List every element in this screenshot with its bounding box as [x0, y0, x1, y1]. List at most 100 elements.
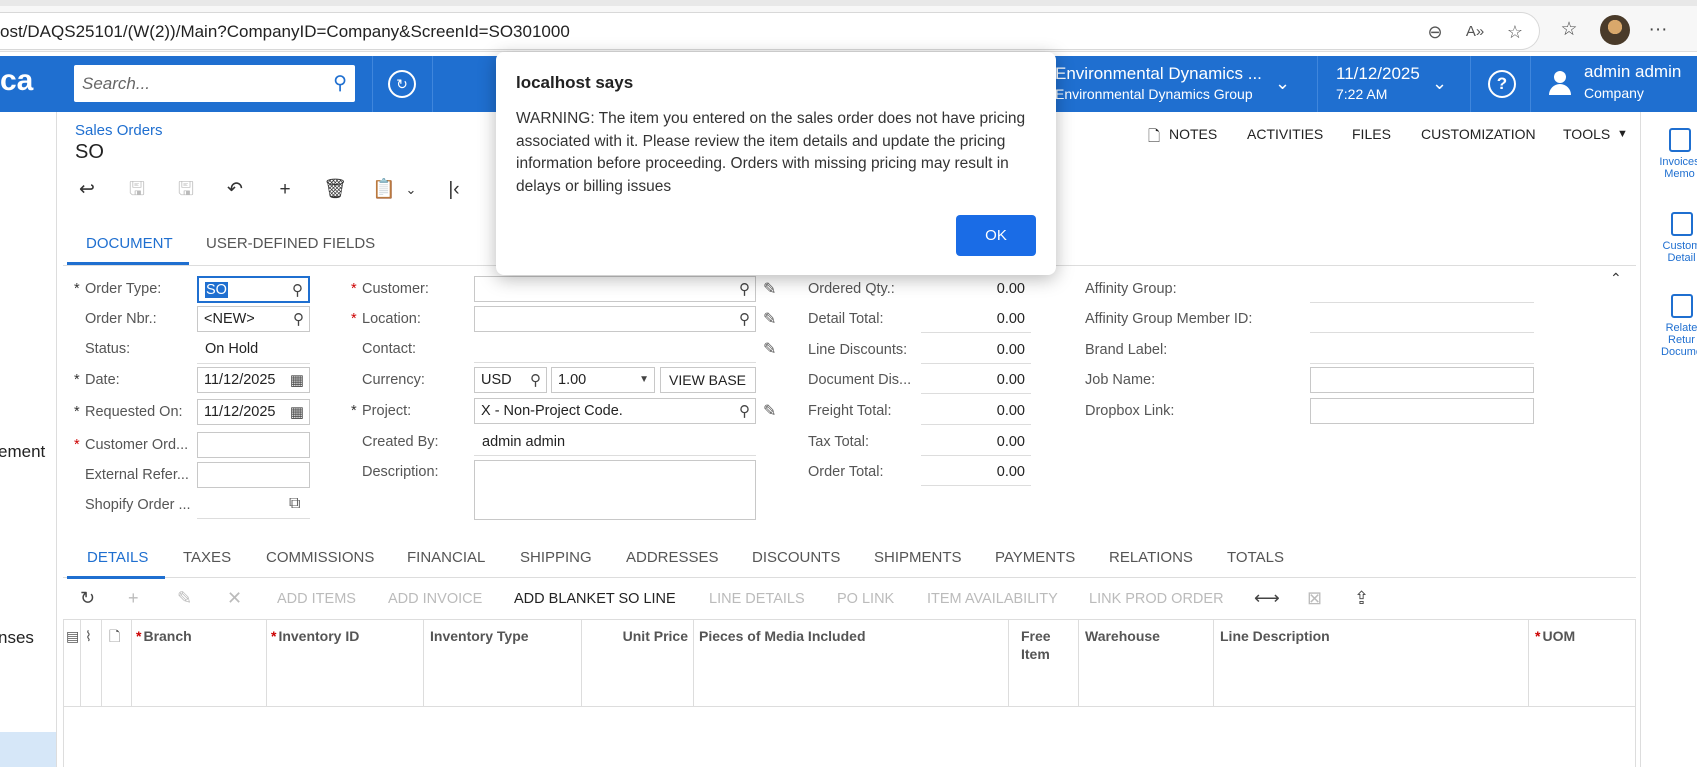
add-blanket-so-line-button[interactable]: ADD BLANKET SO LINE — [514, 591, 676, 607]
tools-button[interactable]: TOOLS — [1563, 126, 1610, 142]
read-aloud-icon[interactable]: A» — [1463, 20, 1487, 44]
copy-paste-icon[interactable]: 📋 — [371, 178, 397, 202]
sidebar-item[interactable]: nses — [0, 628, 34, 648]
app-logo[interactable]: ca — [0, 64, 33, 98]
job-name-field[interactable] — [1310, 367, 1534, 393]
search-icon[interactable]: ⚲ — [293, 310, 304, 328]
first-record-icon[interactable]: |‹ — [441, 178, 467, 202]
files-button[interactable]: FILES — [1352, 126, 1391, 142]
location-field[interactable]: ⚲ — [474, 306, 756, 332]
sidebar-item-related-documents[interactable]: Relate Retur Docume — [1653, 294, 1697, 358]
grid-col-free-item[interactable]: Free Item — [1009, 620, 1079, 707]
notes-icon[interactable]: 🗋 — [1148, 126, 1160, 151]
grid-col-inventory-type[interactable]: Inventory Type — [424, 620, 582, 707]
collapse-chevron-up-icon[interactable]: ⌃ — [1610, 270, 1622, 287]
caret-down-icon[interactable]: ▼ — [639, 374, 649, 385]
tab-addresses[interactable]: ADDRESSES — [626, 549, 719, 566]
search-icon[interactable]: ⚲ — [530, 371, 541, 389]
help-icon[interactable]: ? — [1488, 70, 1516, 98]
search-icon[interactable]: ⚲ — [739, 280, 750, 298]
view-base-button[interactable]: VIEW BASE — [660, 367, 756, 393]
date-field[interactable]: 11/12/2025 ▦ — [197, 367, 310, 393]
zoom-out-icon[interactable]: ⊖ — [1423, 20, 1447, 44]
tab-financial[interactable]: FINANCIAL — [407, 549, 485, 566]
sidebar-item-customer-details[interactable]: Custom Detail — [1653, 212, 1697, 264]
edit-pencil-icon[interactable]: ✎ — [763, 279, 776, 299]
search-icon[interactable]: ⚲ — [739, 402, 750, 420]
add-icon[interactable]: + — [272, 178, 298, 202]
tab-taxes[interactable]: TAXES — [183, 549, 231, 566]
search-icon[interactable]: ⚲ — [292, 281, 303, 299]
tab-shipping[interactable]: SHIPPING — [520, 549, 592, 566]
recent-history-icon[interactable]: ↻ — [388, 70, 416, 98]
edit-pencil-icon[interactable]: ✎ — [763, 401, 776, 421]
notes-button[interactable]: NOTES — [1169, 126, 1217, 142]
order-type-field[interactable]: SO ⚲ — [197, 276, 310, 303]
save-icon: 🖫 — [177, 179, 195, 200]
upload-icon[interactable]: ⇪ — [1354, 588, 1369, 609]
grid-col-uom[interactable]: * UOM — [1529, 620, 1629, 707]
grid-col-pieces-media[interactable]: Pieces of Media Included — [694, 620, 1009, 707]
currency-field[interactable]: USD ⚲ — [474, 367, 547, 393]
company-selector[interactable]: Environmental Dynamics ... Environmental… — [1055, 64, 1262, 102]
chevron-down-icon[interactable]: ⌄ — [398, 178, 424, 202]
grid-col-branch[interactable]: * Branch — [132, 620, 267, 707]
user-icon[interactable] — [1547, 69, 1573, 97]
customer-field[interactable]: ⚲ — [474, 276, 756, 302]
favorites-list-icon[interactable]: ☆ — [1556, 17, 1582, 43]
breadcrumb[interactable]: Sales Orders — [75, 122, 163, 139]
profile-avatar[interactable] — [1600, 15, 1630, 45]
dropbox-link-field[interactable] — [1310, 398, 1534, 424]
tab-payments[interactable]: PAYMENTS — [995, 549, 1075, 566]
external-ref-field[interactable] — [197, 462, 310, 488]
activities-button[interactable]: ACTIVITIES — [1247, 126, 1323, 142]
search-icon[interactable]: ⚲ — [739, 310, 750, 328]
more-icon[interactable]: ··· — [1645, 17, 1671, 43]
order-type-value: SO — [205, 282, 228, 298]
tab-details[interactable]: DETAILS — [87, 549, 148, 566]
tab-totals[interactable]: TOTALS — [1227, 549, 1284, 566]
grid-col-inventory-id[interactable]: * Inventory ID — [267, 620, 424, 707]
order-nbr-field[interactable]: <NEW> ⚲ — [197, 306, 310, 332]
chevron-down-icon[interactable]: ⌄ — [1275, 73, 1290, 94]
requested-on-field[interactable]: 11/12/2025 ▦ — [197, 399, 310, 425]
tab-discounts[interactable]: DISCOUNTS — [752, 549, 840, 566]
grid-col-warehouse[interactable]: Warehouse — [1079, 620, 1214, 707]
sidebar-item[interactable]: ement — [0, 442, 45, 462]
business-date-selector[interactable]: 11/12/2025 7:22 AM — [1336, 64, 1420, 102]
customization-button[interactable]: CUSTOMIZATION — [1421, 126, 1536, 142]
sidebar-item-invoices-memo[interactable]: Invoices Memo — [1651, 128, 1697, 180]
back-icon[interactable]: ↩ — [74, 178, 100, 202]
document-discount-value: 0.00 — [996, 372, 1025, 388]
tab-user-defined-fields[interactable]: USER-DEFINED FIELDS — [206, 235, 375, 252]
address-bar[interactable]: ost/DAQS25101/(W(2))/Main?CompanyID=Comp… — [0, 12, 1540, 50]
refresh-icon[interactable]: ↻ — [80, 588, 95, 609]
favorite-star-icon[interactable]: ☆ — [1503, 20, 1527, 44]
chevron-down-icon[interactable]: ⌄ — [1432, 73, 1447, 94]
calendar-icon[interactable]: ▦ — [290, 403, 304, 421]
tab-relations[interactable]: RELATIONS — [1109, 549, 1193, 566]
search-input[interactable]: Search... — [82, 74, 150, 94]
grid-col-unit-price[interactable]: Unit Price — [582, 620, 694, 707]
project-field[interactable]: X - Non-Project Code. ⚲ — [474, 398, 756, 424]
fit-columns-icon[interactable]: ⟷ — [1254, 588, 1280, 609]
currency-rate-field[interactable]: 1.00 ▼ — [551, 367, 655, 393]
delete-icon[interactable]: 🗑 — [322, 178, 348, 202]
description-field[interactable] — [474, 460, 756, 520]
external-link-icon[interactable]: ⧉ — [289, 495, 300, 513]
tab-commissions[interactable]: COMMISSIONS — [266, 549, 374, 566]
calendar-icon[interactable]: ▦ — [290, 371, 304, 389]
ok-button[interactable]: OK — [956, 215, 1036, 256]
grid-col-line-description[interactable]: Line Description — [1214, 620, 1529, 707]
tab-document[interactable]: DOCUMENT — [86, 235, 173, 252]
edit-pencil-icon[interactable]: ✎ — [763, 309, 776, 329]
edit-pencil-icon[interactable]: ✎ — [763, 339, 776, 359]
search-box[interactable]: Search... ⚲ — [74, 65, 355, 102]
caret-down-icon[interactable]: ▼ — [1617, 128, 1628, 140]
search-icon[interactable]: ⚲ — [333, 72, 347, 95]
tab-shipments[interactable]: SHIPMENTS — [874, 549, 962, 566]
user-menu[interactable]: admin admin Company — [1584, 62, 1681, 101]
customer-ord-field[interactable] — [197, 432, 310, 458]
undo-icon[interactable]: ↶ — [222, 178, 248, 202]
sidebar-item-selected[interactable] — [0, 732, 56, 767]
